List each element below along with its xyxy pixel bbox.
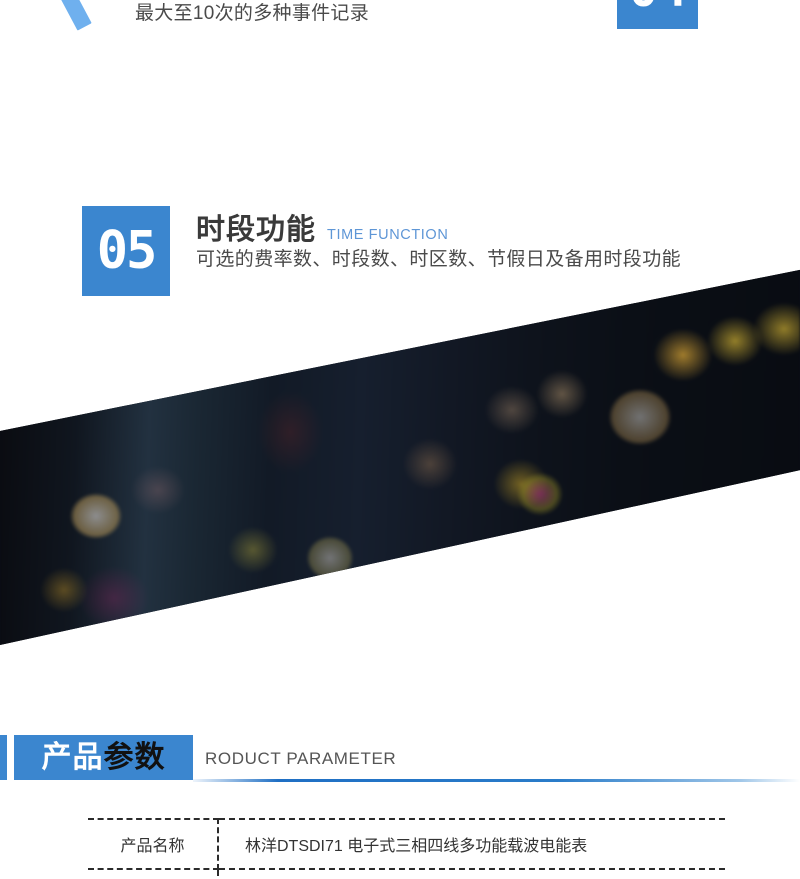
section-05-subtitle: TIME FUNCTION [327, 227, 449, 243]
param-value: 林洋DTSDI71 电子式三相四线多功能载波电能表 [218, 818, 725, 870]
section-05-description: 可选的费率数、时段数、时区数、节假日及备用时段功能 [196, 249, 682, 270]
param-key: 产品名称 [88, 818, 219, 870]
section-05-title: 时段功能 [196, 214, 317, 246]
product-parameter-title-cn: 产品参数 [41, 740, 166, 774]
product-detail-page: 具有最大至12个月的历史数据记录、电能质量记录和 最大至10次的多种事件记录 0… [0, 0, 800, 879]
table-row: 适用范围 适用于需要、在线管理场合 [88, 868, 725, 879]
title-cn-part-1: 产品 [41, 740, 104, 774]
section-05-number-badge: 05 [82, 206, 170, 296]
section-05-heading: 时段功能 TIME FUNCTION [196, 206, 448, 248]
section-05: 05 时段功能 TIME FUNCTION 可选的费率数、时段数、时区数、节假日… [0, 196, 800, 306]
section-04-line-2: 最大至10次的多种事件记录 [135, 3, 370, 24]
product-parameter-header: 产品参数 RODUCT PARAMETER [0, 735, 800, 785]
section-04: 具有最大至12个月的历史数据记录、电能质量记录和 最大至10次的多种事件记录 0… [0, 0, 800, 60]
table-row: 产品名称 林洋DTSDI71 电子式三相四线多功能载波电能表 [88, 818, 725, 870]
product-parameter-banner: 产品参数 [14, 735, 193, 780]
bokeh-banner-image [0, 269, 800, 645]
header-rule-divider [193, 779, 800, 782]
title-cn-part-2: 参数 [103, 740, 166, 774]
param-value: 适用于需要、在线管理场合 [218, 868, 725, 879]
decorative-slash-icon [40, 0, 92, 31]
bokeh-banner-backdrop [0, 269, 800, 645]
section-04-description: 具有最大至12个月的历史数据记录、电能质量记录和 最大至10次的多种事件记录 [135, 0, 605, 30]
product-parameter-title-en: RODUCT PARAMETER [205, 749, 397, 768]
section-04-number-badge: 04 [617, 0, 698, 29]
accent-bar [0, 735, 7, 780]
table-body: 产品名称 林洋DTSDI71 电子式三相四线多功能载波电能表 适用范围 适用于需… [88, 818, 725, 879]
param-key: 适用范围 [88, 868, 219, 879]
product-parameter-table: 产品名称 林洋DTSDI71 电子式三相四线多功能载波电能表 适用范围 适用于需… [88, 818, 725, 879]
